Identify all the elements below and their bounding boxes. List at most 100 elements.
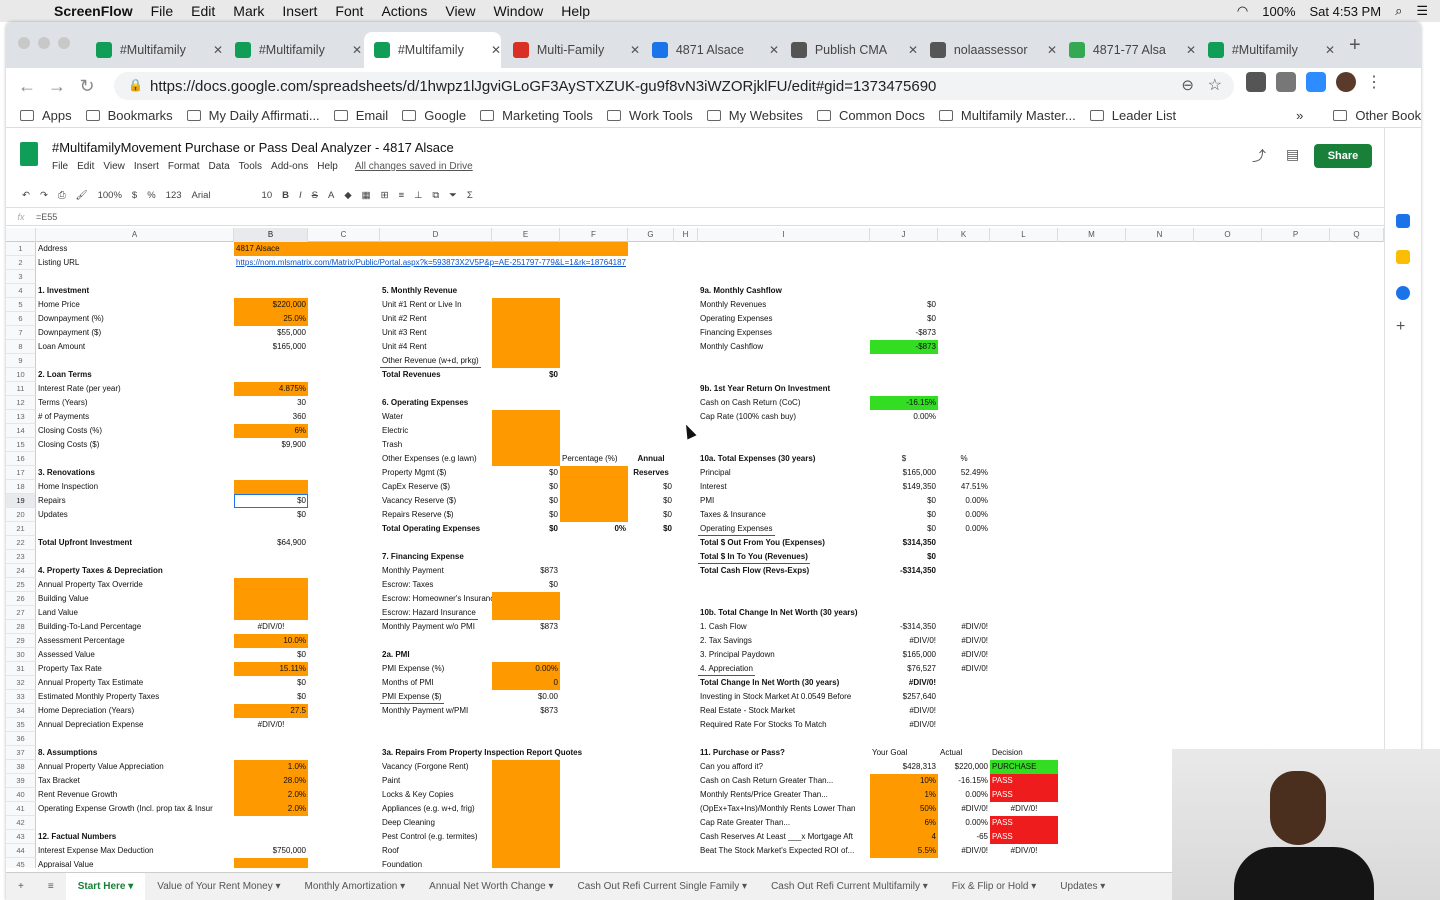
row-number[interactable]: 10 bbox=[6, 368, 36, 382]
cell-f19[interactable] bbox=[560, 494, 628, 508]
cell-i11[interactable]: 9b. 1st Year Return On Investment bbox=[698, 382, 832, 396]
cell-d12[interactable]: 6. Operating Expenses bbox=[380, 396, 470, 410]
cell-e28[interactable]: $873 bbox=[492, 620, 560, 634]
cell-b30[interactable]: $0 bbox=[234, 648, 308, 662]
menu-file[interactable]: File bbox=[52, 161, 68, 172]
cell-a6[interactable]: Downpayment (%) bbox=[36, 312, 106, 326]
cell-l41[interactable]: #DIV/0! bbox=[990, 802, 1058, 816]
italic-icon[interactable]: I bbox=[299, 190, 302, 201]
cell-e43[interactable] bbox=[492, 830, 560, 844]
row-number[interactable]: 35 bbox=[6, 718, 36, 732]
cell-k42[interactable]: 0.00% bbox=[938, 816, 990, 830]
cell-b8[interactable]: $165,000 bbox=[234, 340, 308, 354]
cell-i30[interactable]: 3. Principal Paydown bbox=[698, 648, 777, 662]
cell-e40[interactable] bbox=[492, 788, 560, 802]
cell-l43[interactable]: PASS bbox=[990, 830, 1058, 844]
column-header-p[interactable]: P bbox=[1262, 228, 1330, 242]
text-color-icon[interactable]: A bbox=[328, 190, 334, 201]
saved-status[interactable]: All changes saved in Drive bbox=[355, 161, 473, 172]
cell-i40[interactable]: Monthly Rents/Price Greater Than... bbox=[698, 788, 830, 802]
back-icon[interactable]: ← bbox=[12, 76, 42, 97]
minimize-window-icon[interactable] bbox=[38, 37, 50, 49]
wifi-icon[interactable]: ◠ bbox=[1237, 3, 1248, 19]
currency-icon[interactable]: $ bbox=[132, 190, 137, 201]
app-name[interactable]: ScreenFlow bbox=[54, 3, 133, 19]
mac-menu-file[interactable]: File bbox=[151, 3, 174, 19]
maximize-window-icon[interactable] bbox=[58, 37, 70, 49]
close-tab-icon[interactable]: ✕ bbox=[352, 43, 362, 57]
lock-icon[interactable]: 🔒 bbox=[128, 78, 143, 92]
menu-insert[interactable]: Insert bbox=[134, 161, 159, 172]
cell-d30[interactable]: 2a. PMI bbox=[380, 648, 412, 662]
mac-menu-insert[interactable]: Insert bbox=[282, 3, 317, 19]
mac-menu-help[interactable]: Help bbox=[561, 3, 590, 19]
column-header-j[interactable]: J bbox=[870, 228, 938, 242]
trend-icon[interactable]: ⤴ bbox=[1252, 146, 1266, 166]
row-number[interactable]: 36 bbox=[6, 732, 36, 746]
row-number[interactable]: 22 bbox=[6, 536, 36, 550]
zoom-select[interactable]: 100% bbox=[98, 190, 122, 201]
cell-i33[interactable]: Investing in Stock Market At 0.0549 Befo… bbox=[698, 690, 853, 704]
row-number[interactable]: 40 bbox=[6, 788, 36, 802]
row-number[interactable]: 23 bbox=[6, 550, 36, 564]
column-header-c[interactable]: C bbox=[308, 228, 380, 242]
cell-i5[interactable]: Monthly Revenues bbox=[698, 298, 768, 312]
cell-b34[interactable]: 27.5 bbox=[234, 704, 308, 718]
cell-d40[interactable]: Locks & Key Copies bbox=[380, 788, 456, 802]
close-tab-icon[interactable]: ✕ bbox=[213, 43, 223, 57]
cell-j6[interactable]: $0 bbox=[870, 312, 938, 326]
browser-tab[interactable]: Publish CMA ✕ bbox=[781, 32, 918, 68]
cell-e19[interactable]: $0 bbox=[492, 494, 560, 508]
add-sheet-icon[interactable]: + bbox=[6, 873, 36, 900]
cell-a41[interactable]: Operating Expense Growth (Incl. prop tax… bbox=[36, 802, 215, 816]
cell-e18[interactable]: $0 bbox=[492, 480, 560, 494]
bookmark-item[interactable]: Leader List bbox=[1089, 108, 1176, 123]
cell-i42[interactable]: Cap Rate Greater Than... bbox=[698, 816, 792, 830]
cell-b12[interactable]: 30 bbox=[234, 396, 308, 410]
cell-e8[interactable] bbox=[492, 340, 560, 354]
new-tab-icon[interactable]: + bbox=[1349, 34, 1361, 57]
row-number[interactable]: 17 bbox=[6, 466, 36, 480]
cell-j37[interactable]: Your Goal bbox=[870, 746, 909, 760]
cell-l37[interactable]: Decision bbox=[990, 746, 1025, 760]
cell-a14[interactable]: Closing Costs (%) bbox=[36, 424, 104, 438]
extension-icon[interactable] bbox=[1246, 72, 1266, 92]
column-header-g[interactable]: G bbox=[628, 228, 674, 242]
cell-e5[interactable] bbox=[492, 298, 560, 312]
cell-e6[interactable] bbox=[492, 312, 560, 326]
cell-k38[interactable]: $220,000 bbox=[938, 760, 990, 774]
cell-l38[interactable]: PURCHASE bbox=[990, 760, 1058, 774]
cell-b44[interactable]: $750,000 bbox=[234, 844, 308, 858]
cell-e41[interactable] bbox=[492, 802, 560, 816]
cell-b1[interactable]: 4817 Alsace bbox=[234, 242, 628, 256]
cell-i43[interactable]: Cash Reserves At Least ___x Mortgage Aft bbox=[698, 830, 855, 844]
url-text[interactable]: https://docs.google.com/spreadsheets/d/1… bbox=[150, 78, 936, 95]
cell-e32[interactable]: 0 bbox=[492, 676, 560, 690]
formula-text[interactable]: =E55 bbox=[36, 212, 57, 222]
cell-i8[interactable]: Monthly Cashflow bbox=[698, 340, 765, 354]
cell-j20[interactable]: $0 bbox=[870, 508, 938, 522]
cell-e16[interactable] bbox=[492, 452, 560, 466]
extension-icon[interactable] bbox=[1276, 72, 1296, 92]
cell-a7[interactable]: Downpayment ($) bbox=[36, 326, 103, 340]
cell-a15[interactable]: Closing Costs ($) bbox=[36, 438, 101, 452]
bold-icon[interactable]: B bbox=[282, 190, 289, 201]
column-header-q[interactable]: Q bbox=[1330, 228, 1384, 242]
cell-e31[interactable]: 0.00% bbox=[492, 662, 560, 676]
cell-k20[interactable]: 0.00% bbox=[938, 508, 990, 522]
cell-j31[interactable]: $76,527 bbox=[870, 662, 938, 676]
cell-j34[interactable]: #DIV/0! bbox=[870, 704, 938, 718]
cell-a28[interactable]: Building-To-Land Percentage bbox=[36, 620, 143, 634]
sheet-tab[interactable]: Cash Out Refi Current Single Family ▾ bbox=[566, 873, 760, 900]
cell-j33[interactable]: $257,640 bbox=[870, 690, 938, 704]
cell-j16[interactable]: $ bbox=[870, 452, 938, 466]
close-tab-icon[interactable]: ✕ bbox=[630, 43, 640, 57]
mac-menu-font[interactable]: Font bbox=[335, 3, 363, 19]
cell-k17[interactable]: 52.49% bbox=[938, 466, 990, 480]
cell-l40[interactable]: PASS bbox=[990, 788, 1058, 802]
cell-d34[interactable]: Monthly Payment w/PMI bbox=[380, 704, 470, 718]
cell-d27[interactable]: Escrow: Hazard Insurance bbox=[380, 606, 478, 620]
profile-avatar[interactable] bbox=[1336, 72, 1356, 92]
close-tab-icon[interactable]: ✕ bbox=[908, 43, 918, 57]
cell-k43[interactable]: -65 bbox=[938, 830, 990, 844]
